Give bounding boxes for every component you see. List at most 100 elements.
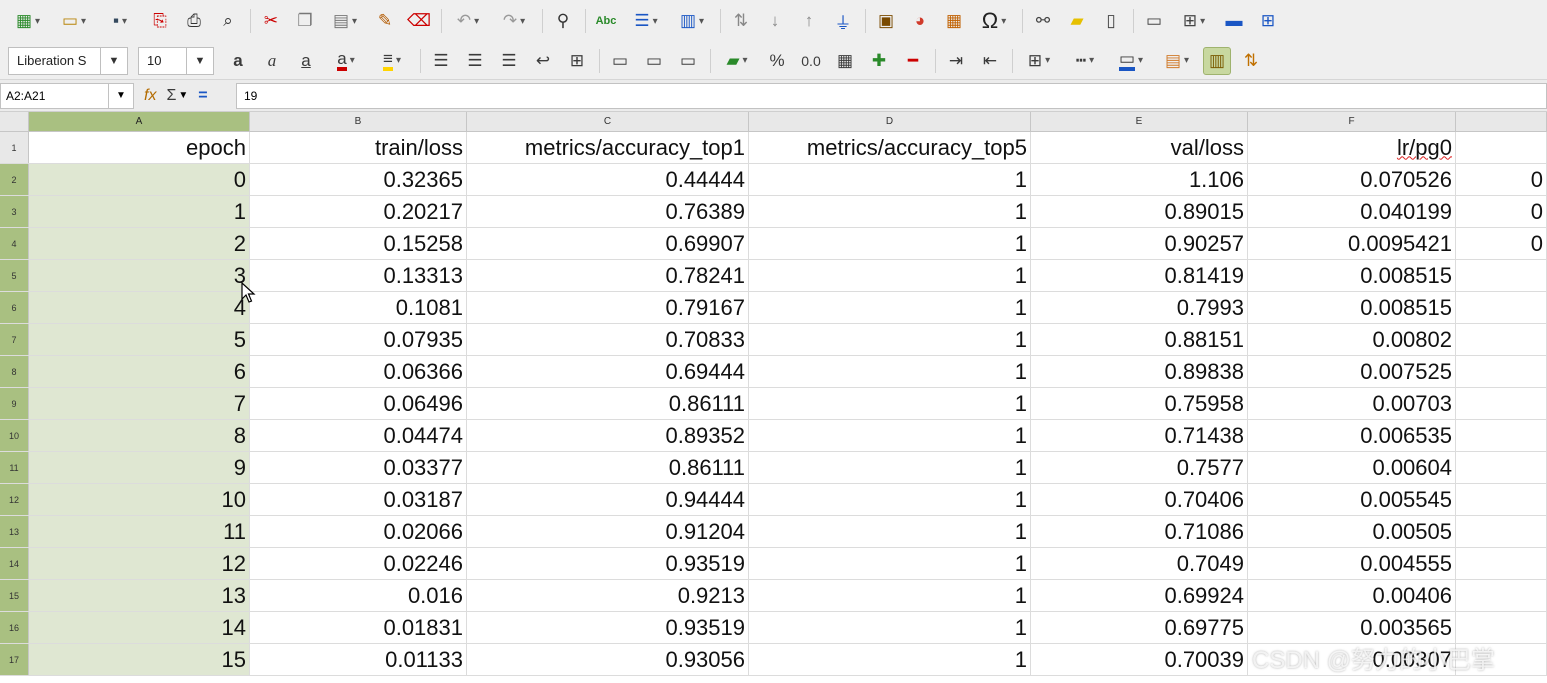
align-center-icon[interactable]: ☰	[461, 47, 489, 75]
table-cell[interactable]: 0.016	[250, 580, 467, 611]
chart-icon[interactable]: ◕	[906, 7, 934, 35]
table-cell[interactable]: 0.03377	[250, 452, 467, 483]
table-cell[interactable]	[1456, 612, 1547, 643]
table-cell[interactable]: 0.04474	[250, 420, 467, 451]
table-cell[interactable]: 8	[29, 420, 250, 451]
row-header[interactable]: 11	[0, 452, 29, 483]
header-cell[interactable]: epoch	[29, 132, 250, 163]
table-cell[interactable]: 1	[749, 260, 1031, 291]
table-cell[interactable]: 0.94444	[467, 484, 749, 515]
table-cell[interactable]: 0.070526	[1248, 164, 1456, 195]
table-cell[interactable]: 0.02066	[250, 516, 467, 547]
table-cell[interactable]: 1	[749, 484, 1031, 515]
autofilter-icon[interactable]: ⏚	[829, 7, 857, 35]
table-cell[interactable]: 0.86111	[467, 452, 749, 483]
table-cell[interactable]: 0.89015	[1031, 196, 1248, 227]
table-cell[interactable]	[1456, 260, 1547, 291]
table-cell[interactable]: 0.71086	[1031, 516, 1248, 547]
table-cell[interactable]	[1456, 324, 1547, 355]
headers-footers-icon[interactable]: ▯	[1097, 7, 1125, 35]
clone-formatting-icon[interactable]: ✎	[371, 7, 399, 35]
table-cell[interactable]: 5	[29, 324, 250, 355]
table-cell[interactable]: 0.70039	[1031, 644, 1248, 675]
table-cell[interactable]: 0.70833	[467, 324, 749, 355]
underline-icon[interactable]: a	[292, 47, 320, 75]
comment-icon[interactable]: ▰	[1063, 7, 1091, 35]
table-cell[interactable]	[1456, 484, 1547, 515]
table-cell[interactable]: 0.44444	[467, 164, 749, 195]
table-cell[interactable]: 0.00802	[1248, 324, 1456, 355]
table-cell[interactable]: 0.69775	[1031, 612, 1248, 643]
paste-icon[interactable]: ▤	[325, 7, 365, 35]
table-cell[interactable]: 0.7993	[1031, 292, 1248, 323]
decrease-indent-icon[interactable]: ⇤	[976, 47, 1004, 75]
add-decimal-icon[interactable]: ✚	[865, 47, 893, 75]
hyperlink-icon[interactable]: ⚯	[1029, 7, 1057, 35]
table-cell[interactable]: 0.69444	[467, 356, 749, 387]
table-cell[interactable]: 6	[29, 356, 250, 387]
row-header[interactable]: 14	[0, 548, 29, 579]
table-cell[interactable]: 0.76389	[467, 196, 749, 227]
table-cell[interactable]: 15	[29, 644, 250, 675]
table-cell[interactable]: 13	[29, 580, 250, 611]
table-cell[interactable]: 0.71438	[1031, 420, 1248, 451]
row-header[interactable]: 16	[0, 612, 29, 643]
image-icon[interactable]: ▣	[872, 7, 900, 35]
table-cell[interactable]: 0.69924	[1031, 580, 1248, 611]
table-cell[interactable]	[1456, 516, 1547, 547]
table-cell[interactable]: 0.7049	[1031, 548, 1248, 579]
table-cell[interactable]: 0	[1456, 164, 1547, 195]
table-cell[interactable]	[1456, 356, 1547, 387]
header-cell[interactable]: metrics/accuracy_top1	[467, 132, 749, 163]
table-cell[interactable]: 3	[29, 260, 250, 291]
row-header[interactable]: 4	[0, 228, 29, 259]
column-header[interactable]: D	[749, 112, 1031, 131]
table-cell[interactable]: 1	[749, 292, 1031, 323]
table-cell[interactable]: 0.007525	[1248, 356, 1456, 387]
row-header[interactable]: 13	[0, 516, 29, 547]
row-header[interactable]: 6	[0, 292, 29, 323]
table-cell[interactable]: 0.15258	[250, 228, 467, 259]
function-wizard-icon[interactable]: fx	[144, 87, 156, 105]
table-cell[interactable]: 0	[1456, 196, 1547, 227]
table-cell[interactable]: 0.7577	[1031, 452, 1248, 483]
align-top-icon[interactable]: ▭	[606, 47, 634, 75]
find-replace-icon[interactable]: ⚲	[549, 7, 577, 35]
row-header[interactable]: 3	[0, 196, 29, 227]
spreadsheet-grid[interactable]: A B C D E F 1 epoch train/loss metrics/accuracy_t…	[0, 112, 1547, 683]
table-cell[interactable]: 0.75958	[1031, 388, 1248, 419]
print-preview-icon[interactable]: ⌕	[214, 7, 242, 35]
column-icon[interactable]: ▥	[672, 7, 712, 35]
table-cell[interactable]: 0.006535	[1248, 420, 1456, 451]
sum-icon[interactable]: Σ	[166, 87, 176, 105]
chevron-down-icon[interactable]: ▼	[178, 90, 188, 101]
row-header[interactable]: 2	[0, 164, 29, 195]
italic-icon[interactable]: a	[258, 47, 286, 75]
table-cell[interactable]	[1456, 548, 1547, 579]
table-cell[interactable]: 0.81419	[1031, 260, 1248, 291]
row-header[interactable]: 17	[0, 644, 29, 675]
export-pdf-icon[interactable]: ⎘	[146, 7, 174, 35]
table-cell[interactable]: 0.06366	[250, 356, 467, 387]
chevron-down-icon[interactable]: ▼	[100, 47, 127, 74]
special-character-icon[interactable]: Ω	[974, 7, 1014, 35]
table-cell[interactable]: 0.9213	[467, 580, 749, 611]
table-cell[interactable]: 0.004555	[1248, 548, 1456, 579]
show-draw-functions-icon[interactable]: ▥	[1203, 46, 1231, 75]
row-header[interactable]: 15	[0, 580, 29, 611]
header-cell[interactable]: metrics/accuracy_top5	[749, 132, 1031, 163]
new-icon[interactable]: ▦	[8, 7, 48, 35]
column-header[interactable]: F	[1248, 112, 1456, 131]
table-cell[interactable]: 1	[749, 356, 1031, 387]
table-cell[interactable]: 0.20217	[250, 196, 467, 227]
delete-decimal-icon[interactable]: ━	[899, 47, 927, 75]
copy-icon[interactable]: ❐	[291, 7, 319, 35]
highlight-color-icon[interactable]: ≡	[372, 47, 412, 75]
table-cell[interactable]	[1456, 420, 1547, 451]
table-cell[interactable]: 12	[29, 548, 250, 579]
borders-icon[interactable]: ⊞	[1019, 47, 1059, 75]
currency-format-icon[interactable]: ▰	[717, 47, 757, 75]
header-cell[interactable]: lr/pg0	[1248, 132, 1456, 163]
row-header[interactable]: 10	[0, 420, 29, 451]
table-cell[interactable]: 1	[29, 196, 250, 227]
